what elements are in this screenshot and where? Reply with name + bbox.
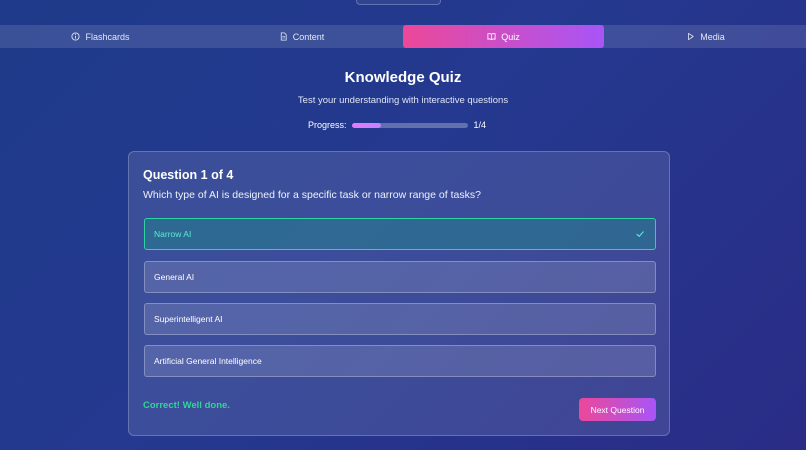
answer-option-agi[interactable]: Artificial General Intelligence [144,345,656,377]
question-title: Question 1 of 4 [143,168,234,182]
tab-label: Quiz [501,31,520,42]
tab-bar: Flashcards Content Quiz Media [0,25,806,48]
answer-option-label: General AI [154,272,195,282]
document-icon [279,32,288,41]
question-card: Question 1 of 4 Which type of AI is desi… [128,151,670,436]
answer-option-label: Artificial General Intelligence [154,356,262,366]
tab-flashcards[interactable]: Flashcards [0,25,201,48]
progress-indicator: Progress: 1/4 [308,119,486,131]
book-open-icon [487,32,496,41]
tab-content[interactable]: Content [201,25,402,48]
page-subtitle: Test your understanding with interactive… [297,95,509,106]
progress-bar-fill [351,122,381,128]
answer-option-label: Narrow AI [154,229,192,239]
top-toolbar-button[interactable] [356,0,441,5]
play-icon [686,32,695,41]
page-title: Knowledge Quiz [344,69,462,86]
answer-option-general-ai[interactable]: General AI [144,261,656,293]
tab-label: Content [292,31,325,42]
tab-quiz[interactable]: Quiz [403,25,604,48]
answer-option-narrow-ai[interactable]: Narrow AI [144,218,656,250]
tab-label: Flashcards [85,31,130,42]
info-circle-icon [71,32,81,41]
answer-option-superintelligent-ai[interactable]: Superintelligent AI [144,303,656,335]
next-question-button[interactable]: Next Question [579,398,656,421]
tab-media[interactable]: Media [605,25,806,48]
progress-label: Progress: [308,120,347,130]
checkmark-icon [636,231,644,237]
progress-bar [351,122,468,128]
answer-option-label: Superintelligent AI [154,314,223,324]
progress-counter: 1/4 [473,120,487,130]
tab-label: Media [700,31,725,42]
feedback-message: Correct! Well done. [143,400,230,411]
question-text: Which type of AI is designed for a speci… [143,189,481,201]
